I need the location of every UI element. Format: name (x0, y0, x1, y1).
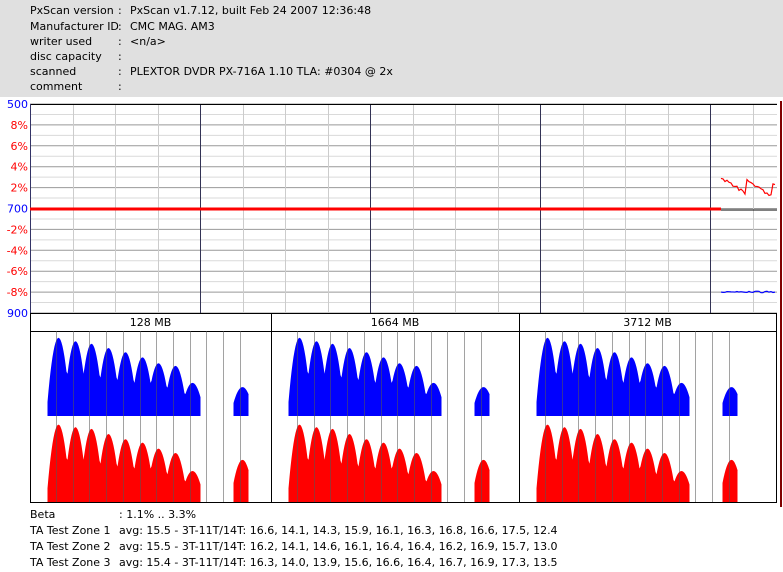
y-tick-label: 700 (7, 203, 28, 216)
y-tick-label: -2% (7, 223, 28, 236)
info-row-version: PxScan version: PxScan v1.7.12, built Feb… (30, 3, 770, 18)
y-tick-label: -4% (7, 244, 28, 257)
y-tick-label: 4% (11, 161, 28, 174)
zone-row-1: TA Test Zone 1 avg: 15.5 - 3T-11T/14T: 16… (30, 523, 780, 539)
y-tick-label: 500 (7, 98, 28, 111)
info-row-scanned: scanned: PLEXTOR DVDR PX-716A 1.10 TLA: #… (30, 64, 770, 79)
panel-label: 1664 MB (371, 316, 420, 329)
panel-label: 128 MB (130, 316, 172, 329)
ta-panel-2: 1664 MB (272, 314, 520, 503)
y-tick-label: -8% (7, 286, 28, 299)
red-series-tail (721, 178, 775, 195)
scan-charts: 500 8% 6% 4% 2% 700 -2% -4% -6% -8% 900 128 MB 1664 … (0, 97, 783, 507)
info-row-capacity: disc capacity: (30, 49, 770, 64)
y-tick-label: 8% (11, 119, 28, 132)
zone-row-2: TA Test Zone 2 avg: 15.5 - 3T-11T/14T: 16… (30, 539, 780, 555)
info-row-manufacturer: Manufacturer ID: CMC MAG. AM3 (30, 19, 770, 34)
panel-label: 3712 MB (623, 316, 672, 329)
zone-row-3: TA Test Zone 3 avg: 15.4 - 3T-11T/14T: 16… (30, 555, 780, 571)
info-row-writer: writer used: <n/a> (30, 34, 770, 49)
y-tick-label: 6% (11, 140, 28, 153)
y-tick-label: 900 (7, 307, 28, 320)
results-footer: Beta: 1.1% .. 3.3% TA Test Zone 1 avg: 15… (30, 507, 780, 571)
y-tick-label: -6% (7, 265, 28, 278)
ta-panel-3: 3712 MB (520, 314, 777, 503)
scan-info-header: PxScan version: PxScan v1.7.12, built Feb… (0, 0, 783, 97)
beta-row: Beta: 1.1% .. 3.3% (30, 507, 780, 523)
ta-panel-1: 128 MB (31, 314, 272, 503)
y-tick-label: 2% (11, 182, 28, 195)
info-row-comment: comment: (30, 79, 770, 94)
